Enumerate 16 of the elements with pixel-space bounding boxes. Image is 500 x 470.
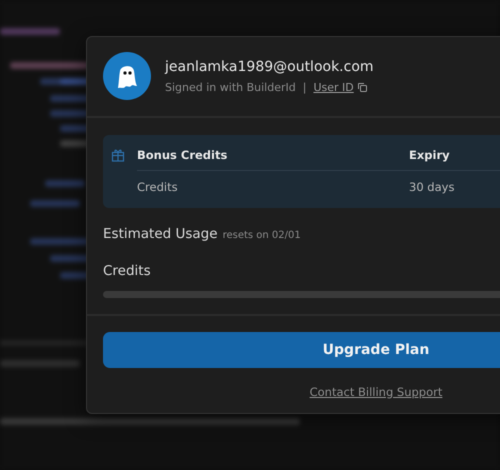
account-email: jeanlamka1989@outlook.com <box>165 58 374 74</box>
separator-text: | <box>302 80 306 94</box>
column-header: Expiry <box>409 148 451 162</box>
table-cell-text: Credits <box>137 180 179 194</box>
copy-icon[interactable] <box>356 82 368 92</box>
gift-icon <box>111 148 125 162</box>
column-header: Bonus Credits <box>137 148 228 162</box>
usage-title: Estimated Usage <box>103 226 218 242</box>
meter-label: Credits <box>103 263 151 279</box>
sign-in-method: Signed in with BuilderId <box>165 80 296 94</box>
user-id-link[interactable]: User ID <box>313 80 354 94</box>
upgrade-plan-button[interactable]: Upgrade Plan <box>103 332 500 368</box>
billing-support-link[interactable]: Contact Billing Support <box>310 385 442 399</box>
ghost-avatar-icon <box>103 52 151 100</box>
table-cell-text: 30 days <box>409 180 456 194</box>
reset-note: resets on 02/01 <box>222 230 301 241</box>
